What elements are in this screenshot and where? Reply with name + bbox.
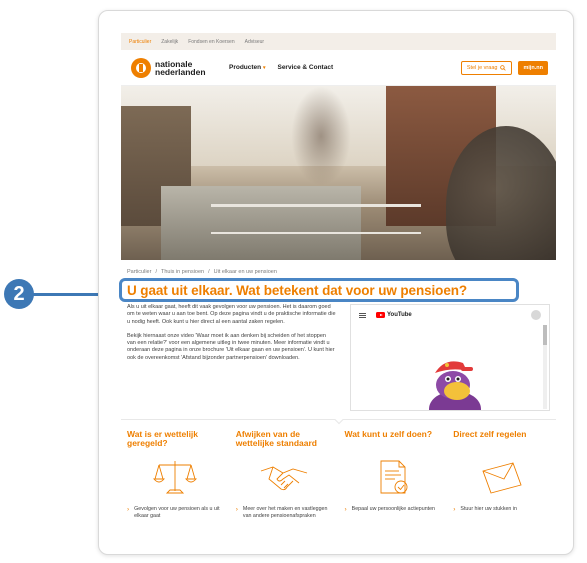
nn-logo-icon[interactable]: [131, 57, 151, 78]
topbar-item-fondsen[interactable]: Fondsen en Koersen: [188, 39, 234, 45]
intro-paragraph-2: Bekijk hiernaast onze video 'Waar moet i…: [127, 332, 335, 361]
card-title[interactable]: Wat is er wettelijk geregeld?: [127, 430, 224, 450]
scales-icon: [153, 461, 198, 494]
monkey-mascot-icon: [429, 361, 481, 410]
logo-text[interactable]: nationale nederlanden: [155, 59, 206, 76]
handshake-icon: [260, 466, 308, 491]
card-zelf-doen: Wat kunt u zelf doen? › Bepaal uw persoon…: [339, 430, 448, 520]
audience-bar: Particulier Zakelijk Fondsen en Koersen …: [121, 33, 556, 50]
card-link-text: Stuur hier uw stukken in: [460, 506, 517, 512]
webpage: Particulier Zakelijk Fondsen en Koersen …: [119, 33, 556, 520]
card-afwijken: Afwijken van de wettelijke standaard › Me…: [230, 430, 339, 520]
breadcrumb-thuis-in-pensioen[interactable]: Thuis in pensioen: [161, 269, 204, 275]
chevron-right-icon: ›: [453, 506, 456, 513]
card-title[interactable]: Direct zelf regelen: [453, 430, 550, 450]
card-title[interactable]: Afwijken van de wettelijke standaard: [236, 430, 333, 450]
browser-frame: Particulier Zakelijk Fondsen en Koersen …: [98, 10, 574, 555]
card-link[interactable]: › Gevolgen voor uw pensioen als u uit elk…: [127, 506, 224, 520]
site-header: nationale nederlanden Producten ▾ Servic…: [121, 50, 556, 86]
topbar-item-adviseur[interactable]: Adviseur: [245, 39, 264, 45]
topbar-item-zakelijk[interactable]: Zakelijk: [161, 39, 178, 45]
breadcrumb: Particulier / Thuis in pensioen / Uit el…: [127, 269, 556, 275]
mijn-nn-button[interactable]: mijn.nn: [518, 60, 548, 75]
youtube-logo: YouTube: [376, 312, 412, 318]
card-title[interactable]: Wat kunt u zelf doen?: [345, 430, 442, 450]
chevron-down-icon: ▾: [262, 65, 266, 71]
chevron-right-icon: ›: [235, 506, 238, 513]
envelope-icon: [482, 462, 522, 494]
ask-question-label: Stel je vraag: [466, 64, 498, 71]
avatar[interactable]: [531, 310, 541, 320]
highlighted-title-box: U gaat uit elkaar. Wat betekent dat voor…: [119, 278, 519, 302]
video-scrollbar[interactable]: [543, 325, 547, 409]
header-actions: Stel je vraag mijn.nn: [460, 60, 548, 75]
youtube-header: YouTube: [351, 305, 549, 325]
page-title: U gaat uit elkaar. Wat betekent dat voor…: [127, 282, 468, 298]
card-link-text: Gevolgen voor uw pensioen als u uit elka…: [134, 506, 220, 519]
youtube-brand: YouTube: [387, 312, 412, 318]
youtube-video-embed[interactable]: YouTube: [350, 304, 550, 411]
intro-section: Als u uit elkaar gaat, heeft dit vaak ge…: [121, 304, 556, 411]
breadcrumb-particulier[interactable]: Particulier: [127, 269, 151, 275]
topic-cards: Wat is er wettelijk geregeld? › Gevolgen …: [121, 430, 556, 520]
chevron-right-icon: ›: [344, 506, 347, 513]
card-link[interactable]: › Meer over het maken en vastleggen van a…: [236, 506, 333, 520]
nav-item-service[interactable]: Service & Contact: [277, 64, 333, 71]
card-wettelijk-geregeld: Wat is er wettelijk geregeld? › Gevolgen …: [121, 430, 230, 520]
nav-item-producten[interactable]: Producten ▾: [229, 64, 265, 71]
hero-image: [121, 86, 556, 260]
section-divider: [121, 419, 556, 420]
youtube-play-icon: [376, 312, 385, 318]
card-link[interactable]: › Stuur hier uw stukken in: [453, 506, 550, 513]
intro-paragraph-1: Als u uit elkaar gaat, heeft dit vaak ge…: [127, 304, 336, 325]
annotation-badge: 2: [4, 279, 34, 309]
chevron-right-icon: ›: [127, 506, 130, 513]
main-nav: Producten ▾ Service & Contact: [229, 64, 333, 71]
breadcrumb-separator: /: [155, 269, 157, 275]
topbar-item-particulier[interactable]: Particulier: [129, 39, 151, 45]
breadcrumb-current: Uit elkaar en uw pensioen: [213, 269, 277, 275]
breadcrumb-separator: /: [208, 269, 210, 275]
intro-text: Als u uit elkaar gaat, heeft dit vaak ge…: [121, 304, 336, 411]
card-link-text: Meer over het maken en vastleggen van an…: [242, 506, 328, 519]
ask-question-button[interactable]: Stel je vraag: [460, 60, 513, 75]
card-link[interactable]: › Bepaal uw persoonlijke actiepunten: [345, 506, 442, 513]
annotation-number: 2: [13, 282, 25, 305]
document-check-icon: [380, 460, 408, 494]
card-link-text: Bepaal uw persoonlijke actiepunten: [351, 506, 436, 512]
nav-producten-label: Producten: [229, 64, 262, 71]
menu-icon[interactable]: [359, 312, 366, 318]
search-icon: [500, 64, 507, 71]
card-zelf-regelen: Direct zelf regelen › Stuur hier uw stukk…: [447, 430, 556, 520]
